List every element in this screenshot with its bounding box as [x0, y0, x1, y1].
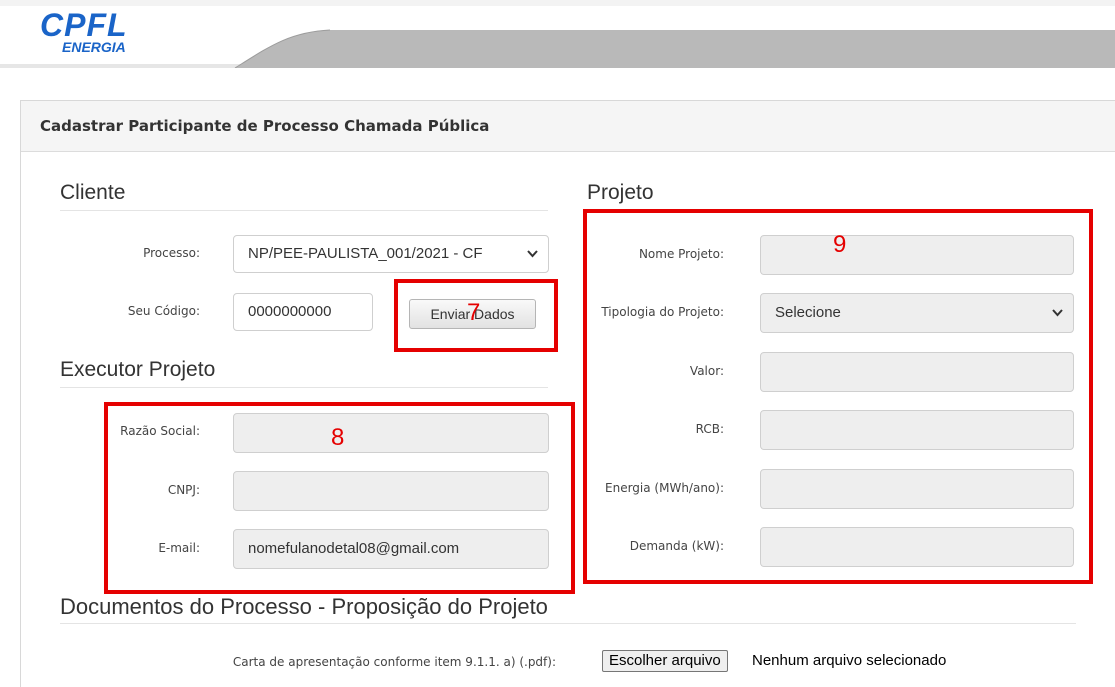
file-status-text: Nenhum arquivo selecionado	[752, 652, 947, 669]
codigo-label: Seu Código:	[127, 304, 200, 318]
projeto-title: Projeto	[587, 181, 654, 204]
logo-sub-text: ENERGIA	[62, 39, 126, 55]
cliente-rule	[60, 210, 548, 211]
cpfl-logo: CPFL ENERGIA	[40, 7, 128, 55]
annotation-box-9	[583, 209, 1093, 584]
processo-value: NP/PEE-PAULISTA_001/2021 - CF	[248, 245, 483, 262]
annotation-number-8: 8	[331, 424, 345, 451]
processo-label: Processo:	[143, 246, 200, 260]
annotation-number-7: 7	[467, 299, 481, 326]
codigo-input[interactable]: 0000000000	[233, 293, 373, 331]
panel-title: Cadastrar Participante de Processo Chama…	[40, 117, 490, 135]
annotation-number-9: 9	[833, 231, 847, 258]
header-swoosh	[0, 29, 1115, 68]
documentos-rule	[60, 623, 1076, 624]
documentos-title: Documentos do Processo - Proposição do P…	[60, 594, 548, 619]
processo-select[interactable]: NP/PEE-PAULISTA_001/2021 - CF	[233, 235, 549, 273]
cliente-title: Cliente	[60, 181, 126, 204]
carta-label: Carta de apresentação conforme item 9.1.…	[232, 655, 556, 669]
executor-rule	[60, 387, 548, 388]
chevron-down-icon	[527, 236, 538, 272]
executor-title: Executor Projeto	[60, 358, 216, 381]
header: CPFL ENERGIA	[0, 6, 1115, 68]
logo-main-text: CPFL	[40, 7, 128, 43]
panel-header: Cadastrar Participante de Processo Chama…	[21, 101, 1115, 152]
choose-file-button[interactable]: Escolher arquivo	[602, 650, 728, 672]
